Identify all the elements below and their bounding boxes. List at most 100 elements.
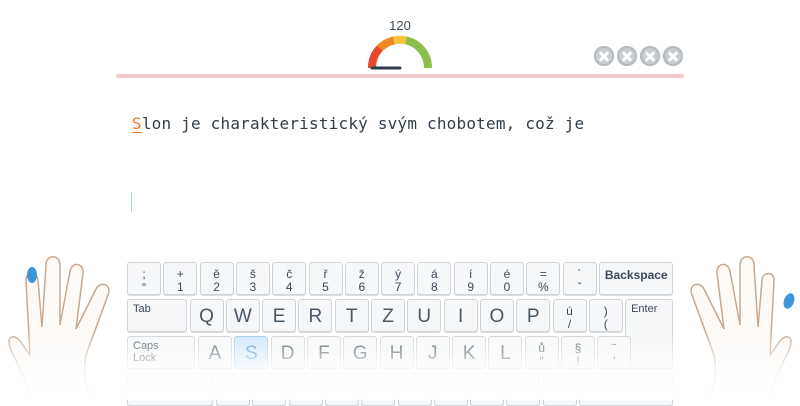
gauge-seg-green <box>404 36 433 69</box>
right-shift-key[interactable] <box>579 373 673 406</box>
key-bottom-char: 3 <box>249 280 257 294</box>
input-caret[interactable] <box>131 192 132 212</box>
key-bottom-char: 5 <box>322 280 329 294</box>
key-row1-7[interactable]: ý7 <box>381 262 416 295</box>
key-bottom-char: 8 <box>431 280 438 294</box>
key-o[interactable]: O <box>479 299 514 332</box>
gauge-seg-red <box>368 45 384 69</box>
progress-bar <box>116 74 684 78</box>
key-l[interactable]: L <box>488 336 523 369</box>
key-w[interactable]: W <box>225 299 260 332</box>
backspace-key[interactable]: Backspace <box>598 262 673 295</box>
key-row4-5[interactable] <box>397 373 432 406</box>
key-top-char: ů <box>538 341 546 355</box>
key-letter: H <box>389 343 404 364</box>
key-e[interactable]: E <box>262 299 297 332</box>
key-top-char: ř <box>323 267 328 281</box>
key-r[interactable]: R <box>298 299 333 332</box>
key-row1-0[interactable]: ; ° <box>127 262 161 295</box>
key-row1-6[interactable]: ž6 <box>344 262 379 295</box>
key-top-char: ´ <box>577 267 582 281</box>
key-letter: J <box>428 343 438 364</box>
left-shift-key[interactable] <box>127 373 213 406</box>
key-bottom-char: ˇ <box>577 280 582 294</box>
key-bottom-char: ( <box>603 317 608 331</box>
enter-label: Enter <box>631 303 658 315</box>
key-row4-7[interactable] <box>470 373 505 406</box>
key-row1-10[interactable]: é0 <box>490 262 524 295</box>
enter-key[interactable]: Enter <box>625 299 673 369</box>
key-row3-extra-2[interactable]: ¨ ' <box>597 336 632 369</box>
exercise-text: Slon je charakteristický svým chobotem, … <box>132 114 584 133</box>
key-row2-extra-1[interactable]: )( <box>588 299 623 332</box>
key-letter: Q <box>199 306 214 327</box>
key-row1-11[interactable]: =% <box>526 262 561 295</box>
key-bottom-char: ! <box>576 354 580 368</box>
tab-label: Tab <box>133 303 151 315</box>
key-row1-3[interactable]: š3 <box>235 262 270 295</box>
key-letter: K <box>462 343 476 364</box>
key-top-char: ) <box>603 304 608 318</box>
key-letter: Z <box>382 306 394 327</box>
key-top-char: š <box>249 267 256 281</box>
key-bottom-char: 0 <box>503 280 511 294</box>
key-row1-8[interactable]: á8 <box>417 262 452 295</box>
key-letter: D <box>280 343 295 364</box>
key-bottom-char: 7 <box>394 280 402 294</box>
key-row3-extra-1[interactable]: §! <box>561 336 595 369</box>
key-g[interactable]: G <box>343 336 378 369</box>
key-letter: O <box>489 306 505 327</box>
tab-key[interactable]: Tab <box>127 299 187 332</box>
backspace-label: Backspace <box>604 268 668 282</box>
key-row4-3[interactable] <box>324 373 359 406</box>
key-row4-9[interactable] <box>542 373 577 406</box>
close-circle-icon <box>594 46 614 66</box>
key-f[interactable]: F <box>306 336 341 369</box>
key-row1-2[interactable]: ě2 <box>199 262 234 295</box>
key-row2-extra-0[interactable]: ú / <box>552 299 587 332</box>
key-row1-1[interactable]: +1 <box>163 262 198 295</box>
virtual-keyboard: ; ° +1 ě 2 š 3 č 4 ř 5 ž 6 ý 7 á 8 í 9 é 0 =% ´ ˇ Backspace Tab Q W… <box>127 262 673 406</box>
key-top-char: ; <box>142 267 146 281</box>
key-j[interactable]: J <box>415 336 450 369</box>
key-k[interactable]: K <box>452 336 487 369</box>
key-row1-9[interactable]: í9 <box>453 262 488 295</box>
left-pinky-highlight <box>27 267 37 283</box>
key-d[interactable]: D <box>270 336 305 369</box>
key-row1-4[interactable]: č4 <box>272 262 307 295</box>
key-u[interactable]: U <box>407 299 442 332</box>
key-letter: W <box>233 306 252 327</box>
key-top-char: é <box>503 267 511 281</box>
key-a[interactable]: A <box>198 336 232 369</box>
key-row1-5[interactable]: ř5 <box>308 262 343 295</box>
key-top-char: § <box>574 341 582 355</box>
key-row4-8[interactable] <box>506 373 541 406</box>
speed-gauge <box>368 35 433 70</box>
key-z[interactable]: Z <box>371 299 405 332</box>
key-s[interactable]: S <box>234 336 269 369</box>
key-t[interactable]: T <box>334 299 369 332</box>
key-bottom-char: % <box>537 280 549 294</box>
gauge-seg-yellow <box>393 35 407 45</box>
key-i[interactable]: I <box>443 299 478 332</box>
key-top-char: ý <box>395 267 402 281</box>
key-letter: R <box>308 306 323 327</box>
key-row1-12[interactable]: ´ ˇ <box>562 262 597 295</box>
key-row4-2[interactable] <box>288 373 323 406</box>
gauge-seg-orange <box>377 36 396 52</box>
key-row4-4[interactable] <box>361 373 396 406</box>
key-top-char: ž <box>358 267 365 281</box>
key-top-char: + <box>176 267 184 281</box>
key-row4-1[interactable] <box>252 373 287 406</box>
key-p[interactable]: P <box>516 299 551 332</box>
lives-indicator <box>594 46 683 66</box>
key-h[interactable]: H <box>379 336 414 369</box>
key-bottom-char: ° <box>141 280 147 294</box>
caps-lock-key[interactable]: Caps Lock <box>127 336 195 369</box>
key-q[interactable]: Q <box>189 299 224 332</box>
remaining-text: lon je charakteristický svým chobotem, c… <box>141 114 585 133</box>
key-bottom-char: 1 <box>176 280 184 294</box>
key-row4-0[interactable] <box>216 373 250 406</box>
key-row4-6[interactable] <box>433 373 468 406</box>
key-row3-extra-0[interactable]: ů " <box>524 336 559 369</box>
